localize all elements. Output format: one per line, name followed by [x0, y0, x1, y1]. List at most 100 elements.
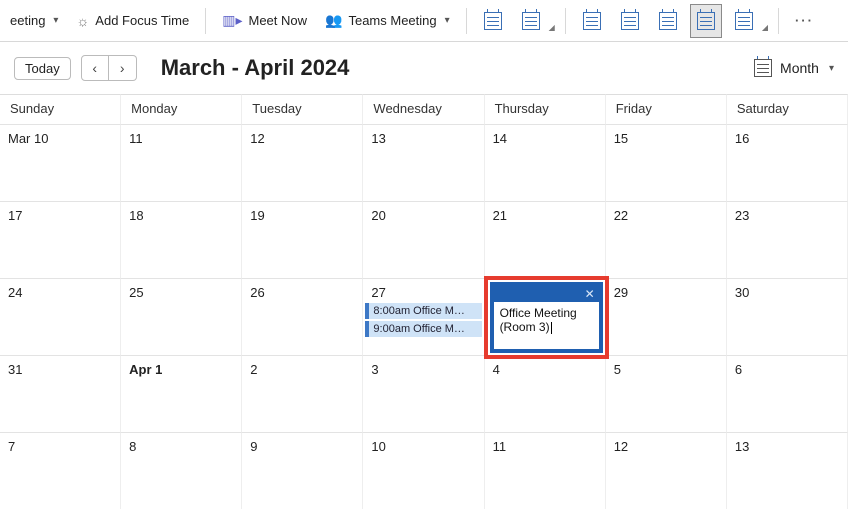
calendar-cell[interactable]: 21: [485, 201, 606, 278]
calendar-cell[interactable]: 31: [0, 355, 121, 432]
calendar-cell[interactable]: 22: [606, 201, 727, 278]
calendar-cell[interactable]: 18: [121, 201, 242, 278]
ribbon-separator: [778, 8, 779, 34]
calendar-cell[interactable]: 20: [363, 201, 484, 278]
meet-now-button[interactable]: ▥▸ Meet Now: [216, 7, 313, 35]
date-number: 23: [735, 208, 839, 223]
calendar-cell[interactable]: 278:00am Office M…9:00am Office M…: [363, 278, 484, 355]
chevron-left-icon: ‹: [92, 60, 97, 76]
date-number: 4: [493, 362, 597, 377]
date-number: Apr 1: [129, 362, 233, 377]
calendar-cell[interactable]: 8: [121, 432, 242, 509]
calendar-cell[interactable]: 5: [606, 355, 727, 432]
calendar-cell[interactable]: 25: [121, 278, 242, 355]
calendar-cell[interactable]: 6: [727, 355, 848, 432]
ribbon-separator: [565, 8, 566, 34]
date-number: 12: [250, 131, 354, 146]
teams-meeting-button[interactable]: 👥 Teams Meeting ▾: [319, 7, 456, 35]
new-event-popup[interactable]: ✕ Office Meeting (Room 3): [490, 282, 603, 353]
view-day-button[interactable]: [576, 4, 608, 38]
calendar-cell[interactable]: 13: [363, 124, 484, 201]
calendar-icon: [754, 59, 772, 77]
date-number: Mar 10: [8, 131, 112, 146]
view-schedule-button[interactable]: [728, 4, 760, 38]
date-number: 18: [129, 208, 233, 223]
calendar-cell[interactable]: 19: [242, 201, 363, 278]
new-event-line1: Office Meeting: [500, 306, 577, 320]
calendar-workweek-icon: [621, 12, 639, 30]
day-header: Friday: [606, 94, 727, 124]
calendar-cell[interactable]: Mar 10: [0, 124, 121, 201]
calendar-cell[interactable]: 13: [727, 432, 848, 509]
day-header: Wednesday: [363, 94, 484, 124]
calendar-schedule-icon: [735, 12, 753, 30]
calendar-cell[interactable]: 4: [485, 355, 606, 432]
calendar-cell[interactable]: 17: [0, 201, 121, 278]
calendar-cell[interactable]: 30: [727, 278, 848, 355]
new-event-popup-titlebar[interactable]: ✕: [494, 286, 599, 302]
view-month-button[interactable]: [690, 4, 722, 38]
date-number: 29: [614, 285, 718, 300]
today-button[interactable]: Today: [14, 57, 71, 80]
video-camera-icon: ▥▸: [222, 12, 242, 29]
date-number: 24: [8, 285, 112, 300]
today-label: Today: [25, 61, 60, 76]
date-number: 9: [250, 439, 354, 454]
calendar-event[interactable]: 9:00am Office M…: [365, 321, 481, 337]
date-number: 13: [371, 131, 475, 146]
day-header: Saturday: [727, 94, 848, 124]
date-number: 6: [735, 362, 839, 377]
calendar-cell[interactable]: 23: [727, 201, 848, 278]
calendar-cell[interactable]: 24: [0, 278, 121, 355]
calendar-cell[interactable]: 7: [0, 432, 121, 509]
date-number: 26: [250, 285, 354, 300]
calendar-cell[interactable]: 11: [485, 432, 606, 509]
date-number: 8: [129, 439, 233, 454]
new-event-subject-input[interactable]: Office Meeting (Room 3): [494, 302, 599, 338]
calendar-cell[interactable]: 11: [121, 124, 242, 201]
calendar-icon: [522, 12, 540, 30]
add-focus-time-button[interactable]: ☼ Add Focus Time: [70, 7, 195, 35]
calendar-cell[interactable]: 3: [363, 355, 484, 432]
calendar-subheader: Today ‹ › March - April 2024 Month ▾: [0, 42, 848, 94]
calendar-cell[interactable]: 12: [242, 124, 363, 201]
calendar-event[interactable]: 8:00am Office M…: [365, 303, 481, 319]
date-number: 5: [614, 362, 718, 377]
ribbon-overflow-button[interactable]: ···: [789, 7, 820, 35]
close-icon[interactable]: ✕: [585, 287, 595, 301]
calendar-cell[interactable]: 26: [242, 278, 363, 355]
calendar-cell[interactable]: 14: [485, 124, 606, 201]
view-week-button[interactable]: [652, 4, 684, 38]
calendar-week-icon: [659, 12, 677, 30]
add-focus-time-label: Add Focus Time: [95, 13, 189, 28]
calendar-cell[interactable]: 10: [363, 432, 484, 509]
calendar-cell[interactable]: 2: [242, 355, 363, 432]
calendar-cell[interactable]: Apr 1: [121, 355, 242, 432]
chevron-down-icon: ▾: [829, 63, 834, 74]
calendar-cell[interactable]: 15: [606, 124, 727, 201]
view-next-icon-button[interactable]: [515, 4, 547, 38]
calendar-cell[interactable]: 29: [606, 278, 727, 355]
calendar-month-icon: [697, 12, 715, 30]
day-header: Tuesday: [242, 94, 363, 124]
group-dialog-launcher-icon[interactable]: ◢: [549, 23, 555, 32]
calendar-day-icon: [583, 12, 601, 30]
calendar-cell[interactable]: 12: [606, 432, 727, 509]
date-number: 12: [614, 439, 718, 454]
calendar-cell[interactable]: 9: [242, 432, 363, 509]
next-period-button[interactable]: ›: [109, 55, 137, 81]
chevron-down-icon: ▾: [53, 15, 58, 26]
new-meeting-split-button[interactable]: eeting ▾: [4, 7, 64, 35]
teams-icon: 👥: [325, 12, 342, 29]
date-number: 2: [250, 362, 354, 377]
view-workweek-button[interactable]: [614, 4, 646, 38]
date-nav: ‹ ›: [81, 55, 137, 81]
view-scope-picker[interactable]: Month ▾: [754, 59, 834, 77]
date-number: 16: [735, 131, 839, 146]
group-dialog-launcher-icon[interactable]: ◢: [762, 23, 768, 32]
calendar-icon: [484, 12, 502, 30]
date-number: 31: [8, 362, 112, 377]
view-today-icon-button[interactable]: [477, 4, 509, 38]
calendar-cell[interactable]: 16: [727, 124, 848, 201]
prev-period-button[interactable]: ‹: [81, 55, 109, 81]
